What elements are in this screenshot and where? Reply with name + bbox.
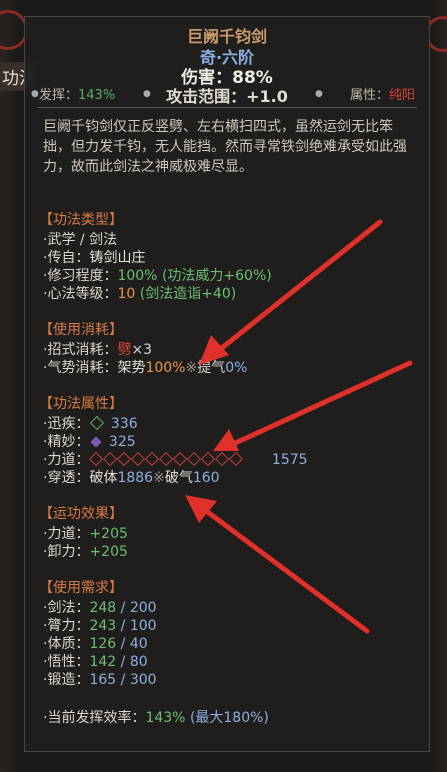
speed-diamond-icon xyxy=(90,415,105,431)
pierce-row: ·穿透：破体1886※破气160 xyxy=(43,470,220,486)
section-header-requirements: 【使用需求】 xyxy=(39,580,123,596)
requirement-row: ·剑法：248 / 200 xyxy=(43,600,157,616)
efficiency-row: ·当前发挥效率：143% (最大180%) xyxy=(43,710,269,726)
bullet-icon: ● xyxy=(315,89,323,99)
section-header-cost: 【使用消耗】 xyxy=(39,322,123,338)
requirement-row: ·膂力：243 / 100 xyxy=(43,618,157,634)
section-header-effect: 【运功效果】 xyxy=(39,506,123,522)
effect-strength-row: ·力道：+205 xyxy=(43,526,128,542)
category-row: ·武学 / 剑法 xyxy=(43,232,118,248)
requirement-row: ·体质：126 / 40 xyxy=(43,636,148,652)
source-row: ·传自：铸剑山庄 xyxy=(43,250,146,266)
range-row: ● 发挥：143% ● 攻击范围：+1.0 ● 属性：纯阳 xyxy=(25,84,429,106)
background-panel-left xyxy=(0,0,18,772)
annotation-arrow-icon xyxy=(199,219,383,365)
annotation-arrow-icon xyxy=(213,360,413,451)
effect-deflect-row: ·卸力：+205 xyxy=(43,544,128,560)
background-panel-right xyxy=(433,0,447,772)
move-cost-row: ·招式消耗：劈×3 xyxy=(43,342,153,358)
section-header-type: 【功法类型】 xyxy=(39,212,123,228)
requirement-row: ·锻造：165 / 300 xyxy=(43,672,157,688)
requirement-row: ·悟性：142 / 80 xyxy=(43,654,148,670)
finesse-row: ·精妙： 325 xyxy=(43,434,136,450)
divider xyxy=(37,107,417,108)
finesse-diamond-icon xyxy=(90,436,103,448)
annotation-arrow-icon xyxy=(185,495,370,634)
section-header-attributes: 【功法属性】 xyxy=(39,396,123,412)
skill-description: 巨阙千钧剑仅正反竖劈、左右横扫四式，虽然运剑无比笨拙，但力发千钧，无人能挡。然而… xyxy=(43,119,407,175)
attribute-stat: 属性：纯阳 xyxy=(349,88,415,103)
skill-tooltip: 巨阙千钧剑 奇·六阶 伤害：88% ● 发挥：143% ● 攻击范围：+1.0 … xyxy=(24,16,430,752)
speed-row: ·迅疾： 336 xyxy=(43,415,138,432)
